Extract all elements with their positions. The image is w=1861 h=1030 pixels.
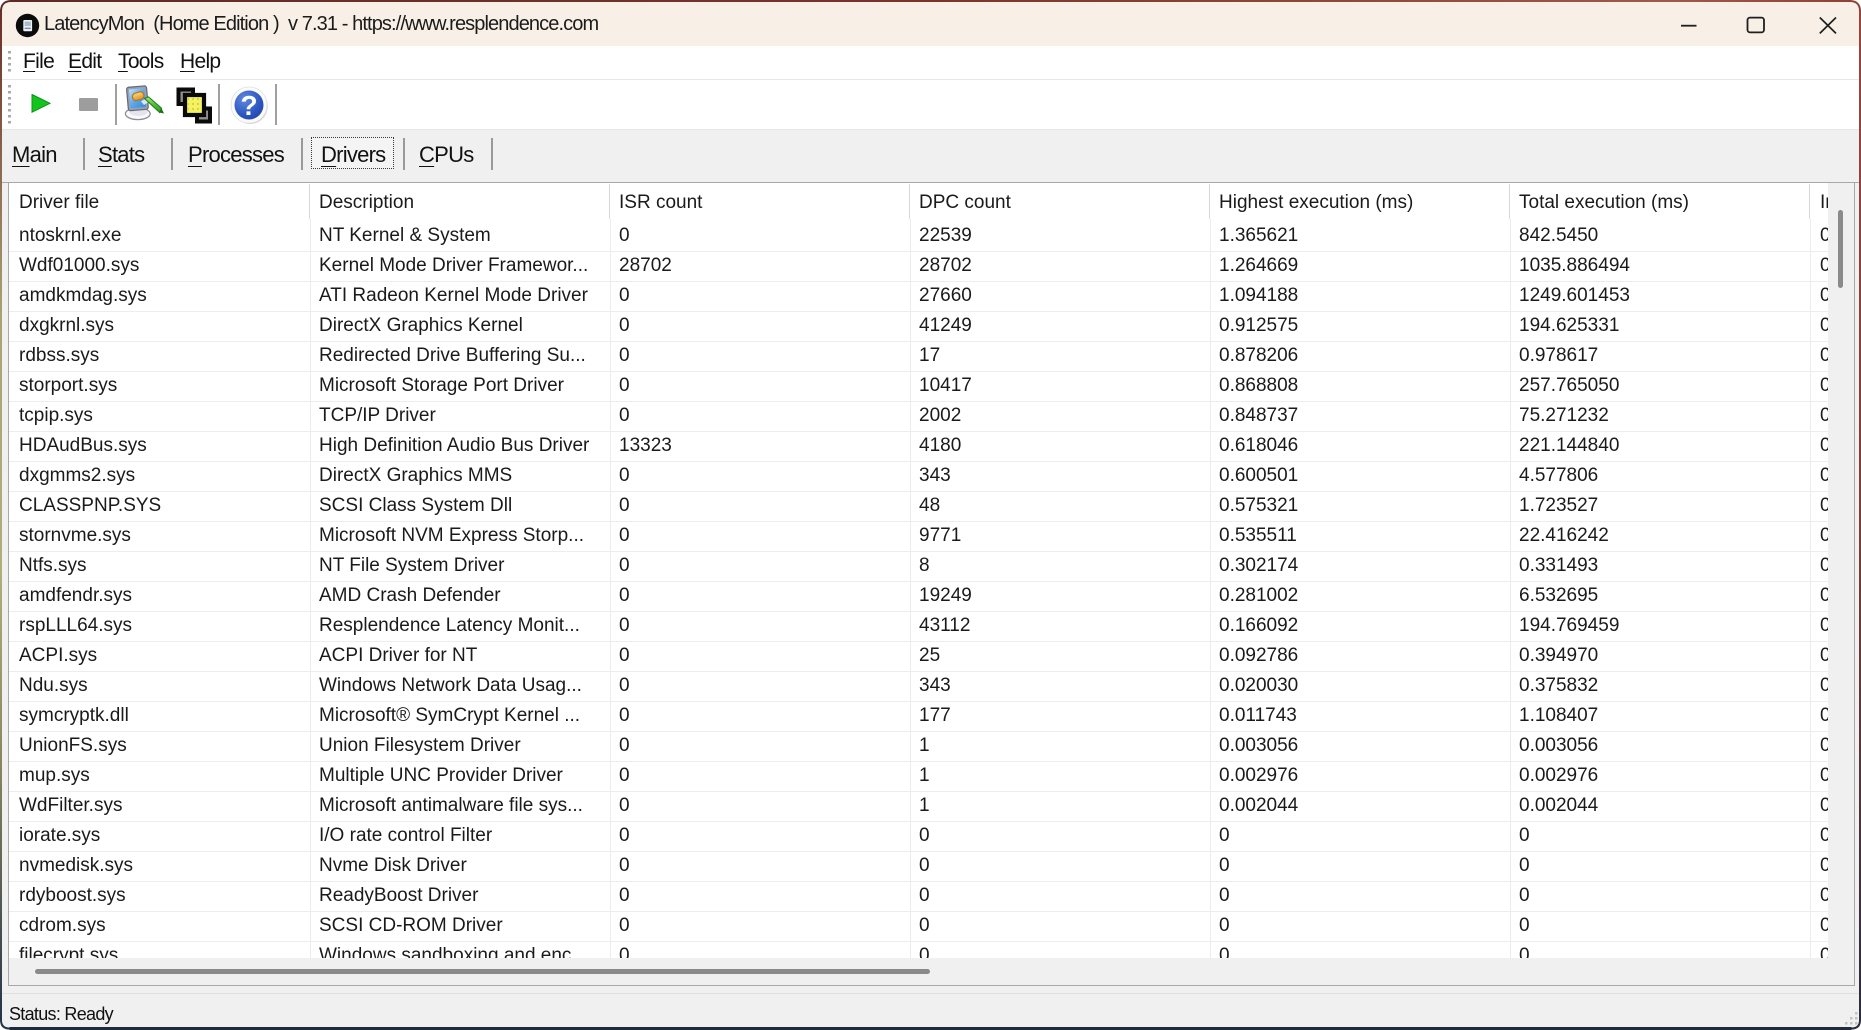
svg-text:?: ?	[240, 90, 257, 121]
